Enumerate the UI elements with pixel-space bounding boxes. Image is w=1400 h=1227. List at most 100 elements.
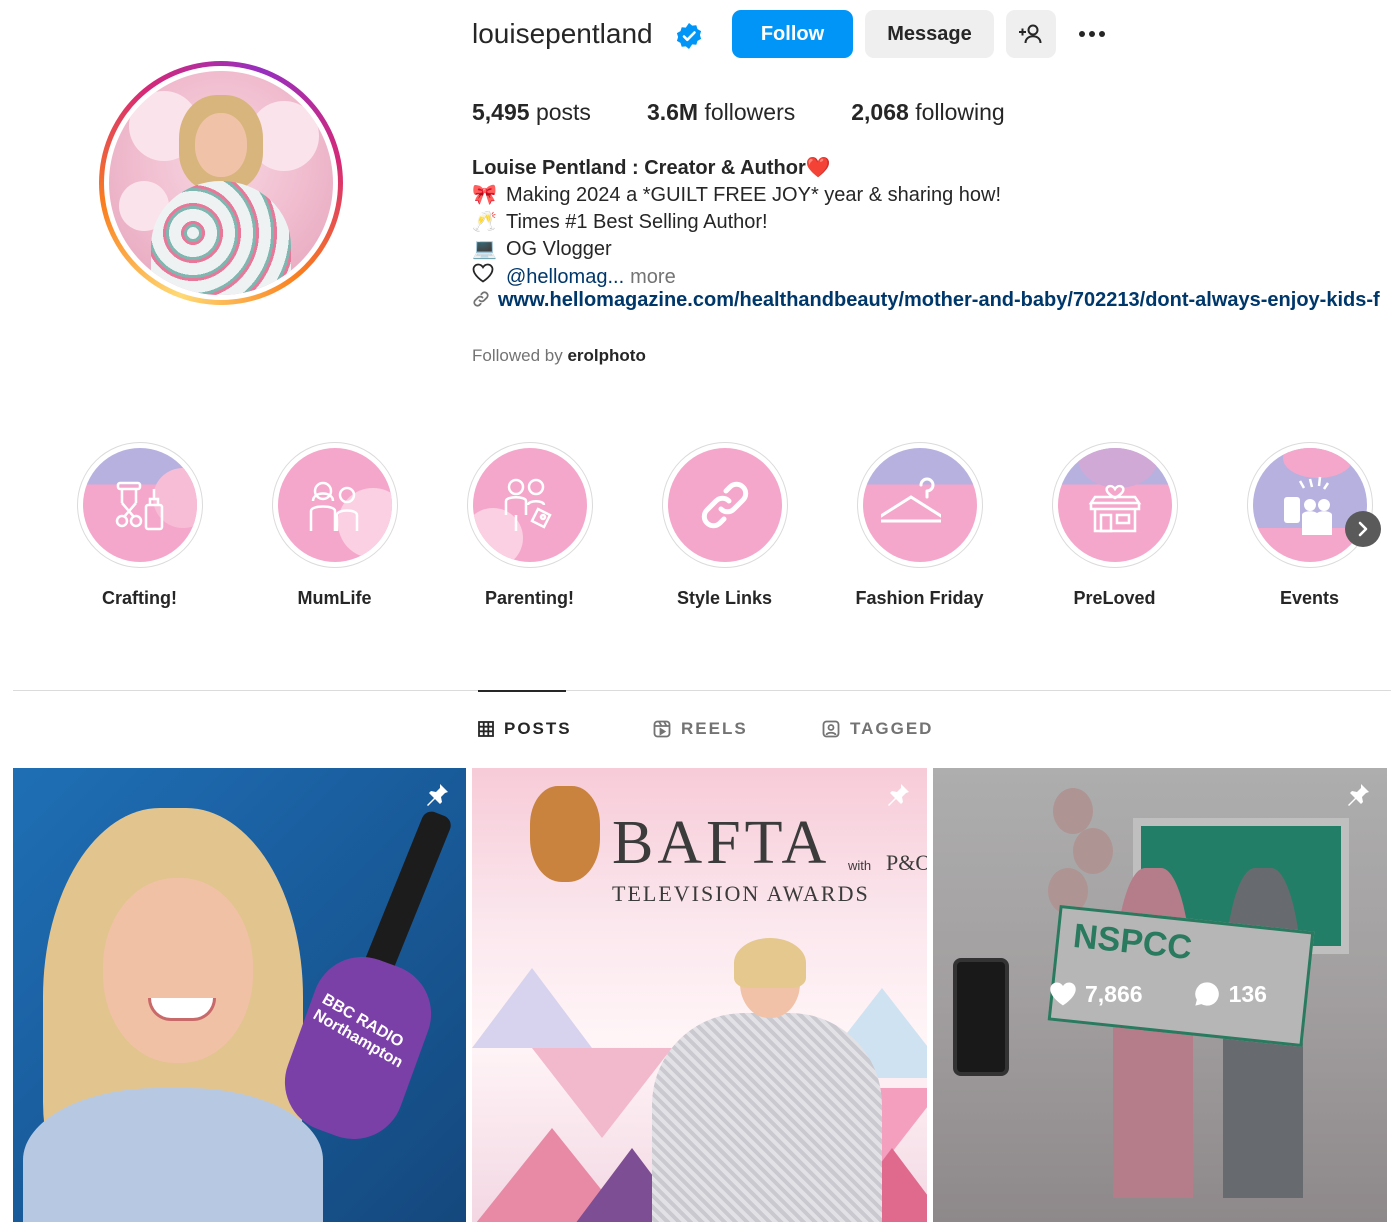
highlight-label: Fashion Friday — [855, 588, 984, 608]
post-thumbnail-hovered[interactable]: NSPCC 7,866 136 — [933, 768, 1387, 1222]
highlight-cover-image — [667, 448, 782, 562]
bio-name-line: Louise Pentland : Creator & Author ❤️ — [472, 155, 1392, 182]
posts-count-label: posts — [535, 99, 591, 125]
follow-button[interactable]: Follow — [732, 10, 853, 58]
tab-tagged[interactable]: TAGGED — [822, 719, 933, 739]
posts-count-value: 5,495 — [472, 99, 530, 125]
bio-line-text: Making 2024 a *GUILT FREE JOY* year & sh… — [506, 184, 1002, 206]
website-url: www.hellomagazine.com/healthandbeauty/mo… — [498, 289, 1380, 311]
highlight-label: Style Links — [676, 588, 773, 608]
bio-line: 💻 OG Vlogger — [472, 236, 1392, 263]
bio-line: @hellomag... more — [472, 263, 1392, 291]
avatar-gap — [104, 66, 338, 300]
highlight-cover — [1051, 442, 1178, 568]
followers-count-label: followers — [704, 99, 796, 125]
comments-count: 136 — [1228, 980, 1267, 1007]
bafta-mask-logo — [530, 786, 600, 882]
highlight-cover — [466, 442, 593, 568]
profile-avatar[interactable] — [99, 61, 343, 305]
highlight-fashion-friday[interactable]: Fashion Friday — [822, 442, 1017, 609]
heart-outline-icon — [472, 263, 494, 291]
bio-line: 🎀 Making 2024 a *GUILT FREE JOY* year & … — [472, 182, 1392, 209]
laptop-emoji: 💻 — [472, 238, 497, 260]
following-count-label: following — [915, 99, 1005, 125]
highlight-label: Parenting! — [484, 588, 574, 608]
add-user-icon — [1019, 24, 1042, 44]
highlight-cover-image — [1252, 448, 1367, 562]
tabs-divider — [13, 690, 1391, 691]
hanger-icon — [880, 477, 941, 523]
bafta-with: with — [848, 858, 872, 873]
highlight-parenting[interactable]: Parenting! — [432, 442, 627, 609]
avatar-face — [195, 113, 247, 177]
highlight-cover — [661, 442, 788, 568]
followers-count[interactable]: 3.6M followers — [647, 99, 795, 126]
highlight-cover-image — [1057, 448, 1172, 562]
post-photo-gown — [652, 1013, 882, 1222]
highlight-preloved[interactable]: PreLoved — [1017, 442, 1212, 609]
tab-posts[interactable]: POSTS — [478, 719, 572, 739]
highlight-label: Crafting! — [102, 588, 177, 608]
likes-count: 7,866 — [1085, 980, 1143, 1007]
comment-filled-icon — [1194, 982, 1219, 1006]
highlight-cover-image — [862, 448, 977, 562]
post-thumbnail[interactable]: BAFTA TELEVISION AWARDS with P&O — [472, 768, 927, 1222]
heart-filled-icon — [1050, 982, 1076, 1006]
highlight-cover — [76, 442, 203, 568]
post-photo-cardigan — [23, 1088, 323, 1222]
post-thumbnail[interactable]: BBC RADIO Northampton — [13, 768, 466, 1222]
bio-line-text: Times #1 Best Selling Author! — [506, 211, 768, 233]
profile-website-link[interactable]: www.hellomagazine.com/healthandbeauty/mo… — [472, 289, 1392, 312]
chevron-right-icon — [1358, 521, 1368, 537]
highlight-label: PreLoved — [1073, 588, 1156, 608]
bg-triangle — [472, 968, 592, 1048]
highlight-style-links[interactable]: Style Links — [627, 442, 822, 609]
highlight-cover-image — [472, 448, 587, 562]
highlight-crafting[interactable]: Crafting! — [42, 442, 237, 609]
shop-icon — [1088, 484, 1141, 533]
highlight-cover — [856, 442, 983, 568]
bio-line-text: OG Vlogger — [506, 238, 612, 260]
highlight-label: MumLife — [297, 588, 372, 608]
chain-link-icon — [701, 481, 748, 529]
message-button[interactable]: Message — [865, 10, 994, 58]
profile-stats: 5,495 posts 3.6M followers 2,068 followi… — [472, 99, 1061, 126]
more-options-button[interactable] — [1070, 18, 1114, 50]
following-count-value: 2,068 — [851, 99, 909, 125]
followers-count-value: 3.6M — [646, 99, 699, 125]
bio-mention-link[interactable]: @hellomag... — [506, 264, 624, 291]
pinned-post-icon — [888, 784, 909, 806]
bg-triangle — [532, 1048, 672, 1138]
more-dot-icon — [1099, 31, 1105, 37]
grid-icon — [478, 721, 494, 737]
post-hover-stats: 7,866 136 — [1049, 980, 1267, 1008]
highlight-blob — [1282, 448, 1353, 478]
reels-icon — [653, 720, 671, 738]
bio-line: 🥂 Times #1 Best Selling Author! — [472, 209, 1392, 236]
bafta-subtitle: TELEVISION AWARDS — [612, 881, 870, 906]
mother-child-icon — [309, 481, 358, 531]
bafta-sponsor: P&O — [886, 850, 927, 875]
highlights-next-button[interactable] — [1345, 511, 1381, 547]
followed-by-user: erolphoto — [567, 346, 646, 365]
avatar-dress — [151, 181, 291, 295]
tab-label: POSTS — [504, 719, 572, 738]
link-icon — [473, 291, 489, 307]
active-tab-indicator — [478, 690, 566, 692]
highlight-cover — [271, 442, 398, 568]
tab-reels[interactable]: REELS — [653, 719, 748, 739]
followed-by[interactable]: Followed by erolphoto — [472, 346, 646, 366]
following-count[interactable]: 2,068 following — [851, 99, 1004, 126]
tab-label: TAGGED — [850, 719, 934, 738]
profile-username: louisepentland — [472, 18, 653, 49]
post-photo-hair — [734, 938, 806, 988]
bio-more-link[interactable]: more — [630, 264, 676, 291]
followed-by-prefix: Followed by — [472, 346, 563, 365]
avatar-photo — [109, 71, 333, 295]
post-photo-mic-arm — [362, 808, 454, 978]
bow-emoji: 🎀 — [472, 184, 497, 206]
add-user-button[interactable] — [1006, 10, 1056, 58]
highlight-cover-image — [82, 448, 197, 562]
highlight-mumlife[interactable]: MumLife — [237, 442, 432, 609]
cheers-emoji: 🥂 — [472, 211, 497, 233]
